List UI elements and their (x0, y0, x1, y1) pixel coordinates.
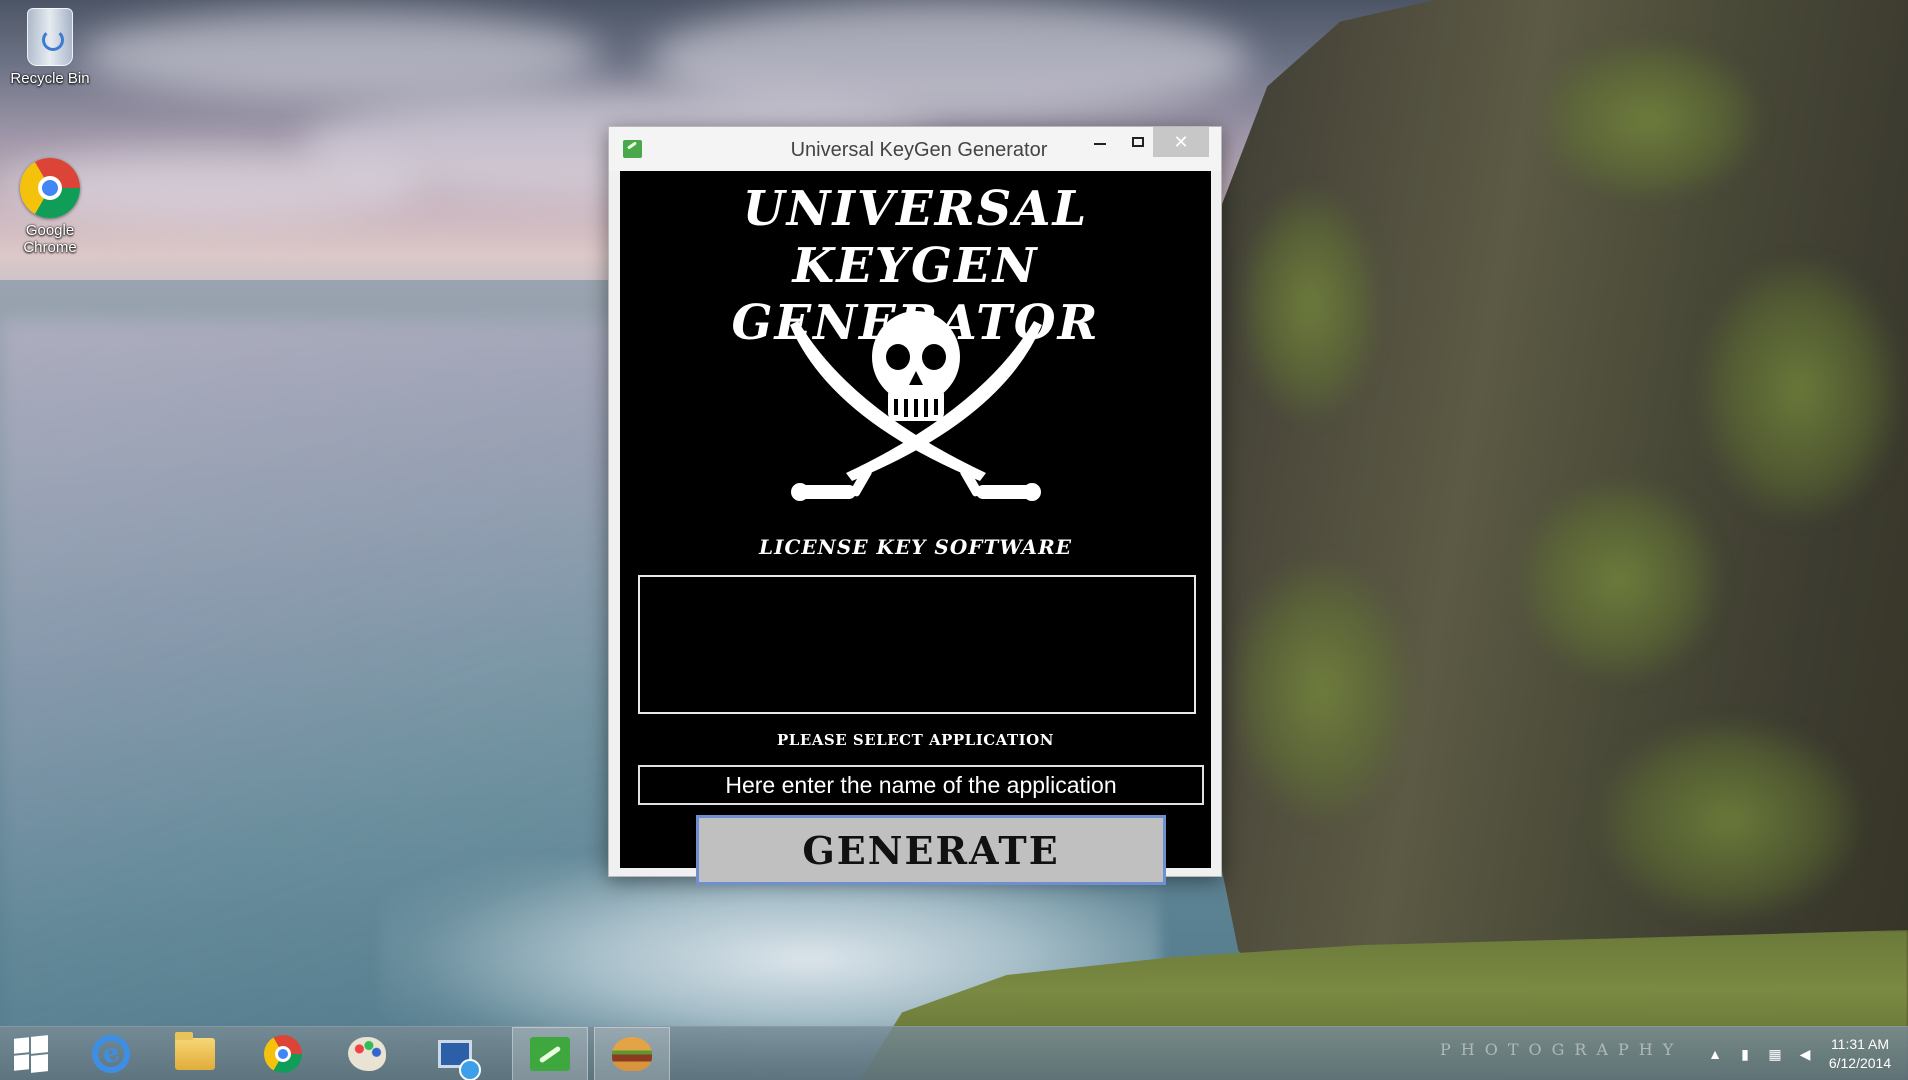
window-titlebar[interactable]: Universal KeyGen Generator ✕ (609, 127, 1221, 171)
close-icon: ✕ (1173, 131, 1189, 152)
photographer-watermark: PHOTOGRAPHY (1440, 1040, 1684, 1059)
desktop-icon-google-chrome[interactable]: Google Chrome (0, 158, 100, 256)
taskbar-internet-explorer[interactable]: e (80, 1027, 142, 1080)
volume-icon[interactable]: ◀ (1796, 1045, 1814, 1063)
internet-explorer-icon: e (87, 1030, 135, 1078)
desktop-icon-recycle-bin[interactable]: Recycle Bin (0, 8, 100, 87)
maximize-icon (1132, 137, 1144, 147)
minimize-button[interactable] (1079, 127, 1121, 157)
taskbar-burger-app[interactable] (594, 1027, 670, 1080)
taskbar-network[interactable] (424, 1027, 486, 1080)
windows-start-icon (14, 1035, 48, 1073)
keygen-body: UNIVERSAL KEYGEN GENERATOR (620, 171, 1211, 885)
skull-crossed-swords-icon (790, 311, 1042, 501)
folder-icon (175, 1032, 215, 1070)
keygen-app-icon (623, 140, 642, 158)
desktop-icon-label: Google Chrome (23, 222, 77, 256)
clock-time: 11:31 AM (1830, 1036, 1890, 1052)
close-button[interactable]: ✕ (1153, 127, 1209, 157)
app-tagline: LICENSE KEY SOFTWARE (759, 535, 1072, 559)
application-name-input[interactable] (638, 765, 1204, 805)
network-computer-icon (438, 1040, 481, 1080)
start-button[interactable] (0, 1027, 62, 1080)
select-application-label: PLEASE SELECT APPLICATION (777, 731, 1054, 749)
network-status-icon[interactable]: ▦ (1766, 1045, 1784, 1063)
taskbar-file-explorer[interactable] (164, 1027, 226, 1080)
battery-icon[interactable]: ▮ (1736, 1045, 1754, 1063)
generate-button[interactable]: GENERATE (696, 815, 1166, 885)
taskbar-clock[interactable]: 11:31 AM 6/12/2014 (1820, 1035, 1900, 1073)
chrome-icon (264, 1035, 302, 1073)
chevron-up-icon[interactable]: ▲ (1706, 1045, 1724, 1063)
license-key-output[interactable] (638, 575, 1196, 714)
taskbar-chrome[interactable] (252, 1027, 314, 1080)
clock-date: 6/12/2014 (1828, 1055, 1892, 1071)
system-tray: ▲ ▮ ▦ ◀ (1700, 1027, 1820, 1080)
burger-icon (612, 1037, 652, 1071)
keygen-window: Universal KeyGen Generator ✕ UNIVERSAL K… (608, 126, 1222, 885)
paint-palette-icon (348, 1037, 386, 1071)
chrome-icon (20, 158, 80, 218)
keygen-app-icon (530, 1037, 570, 1071)
recycle-bin-icon (27, 8, 73, 66)
window-title: Universal KeyGen Generator (790, 139, 1048, 161)
taskbar-paint[interactable] (336, 1027, 398, 1080)
minimize-icon (1094, 143, 1106, 145)
headline-line-1: UNIVERSAL KEYGEN (742, 181, 1089, 294)
taskbar-keygen-app[interactable] (512, 1027, 588, 1080)
desktop-icon-label: Recycle Bin (10, 70, 90, 87)
